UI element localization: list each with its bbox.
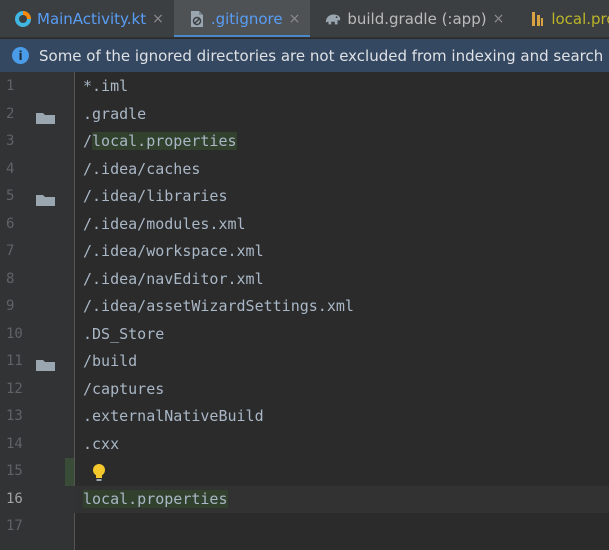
line-number: 9: [6, 298, 15, 314]
indexing-notification-banner: i Some of the ignored directories are no…: [0, 39, 609, 72]
code-line[interactable]: 9 /.idea/assetWizardSettings.xml: [0, 293, 609, 321]
code-line[interactable]: 10 .DS_Store: [0, 321, 609, 349]
tab-mainactivity[interactable]: MainActivity.kt ×: [0, 0, 174, 37]
code-text: /.idea/libraries: [83, 187, 228, 205]
tab-build-gradle[interactable]: build.gradle (:app) ×: [310, 0, 514, 37]
tab-label: local.properties: [551, 10, 609, 28]
line-number: 12: [6, 380, 23, 397]
line-number: 4: [6, 160, 15, 177]
code-line[interactable]: 14 .cxx: [0, 431, 609, 459]
line-number: 11: [6, 353, 23, 369]
line-number: 10: [6, 325, 23, 342]
code-text: /local.properties: [83, 132, 237, 150]
properties-file-icon: [528, 10, 546, 28]
code-text: /.idea/caches: [83, 159, 201, 178]
code-line[interactable]: 1 *.iml: [0, 73, 609, 101]
code-text: *.iml: [83, 77, 129, 95]
code-text: .cxx: [83, 434, 120, 453]
folder-icon: [36, 191, 55, 206]
tab-label: build.gradle (:app): [347, 10, 487, 28]
code-text: .externalNativeBuild: [83, 407, 264, 425]
line-number: 15: [6, 463, 23, 479]
line-number: 5: [6, 188, 15, 204]
tab-gitignore[interactable]: .gitignore ×: [173, 0, 311, 37]
tab-label: MainActivity.kt: [37, 10, 147, 28]
line-number: 6: [6, 215, 15, 232]
code-text: /captures: [83, 379, 165, 398]
banner-message: Some of the ignored directories are not …: [39, 46, 604, 65]
code-text: /.idea/assetWizardSettings.xml: [83, 297, 354, 315]
code-line[interactable]: 7 /.idea/workspace.xml: [0, 238, 609, 266]
line-number: 2: [6, 105, 15, 122]
code-line[interactable]: 5 /.idea/libraries: [0, 183, 609, 211]
code-text: /.idea/workspace.xml: [83, 242, 264, 260]
code-line[interactable]: 17: [0, 513, 609, 541]
folder-icon: [36, 356, 55, 371]
folder-icon: [36, 109, 55, 124]
close-icon[interactable]: ×: [493, 11, 505, 27]
code-line[interactable]: 15: [0, 458, 609, 486]
line-number: 16: [6, 490, 23, 507]
code-line[interactable]: 11/build: [0, 348, 609, 376]
line-number: 1: [6, 78, 15, 94]
line-number: 17: [6, 518, 23, 534]
tab-label: .gitignore: [210, 10, 283, 28]
code-editor[interactable]: 1 *.iml 2 .gradle 3/local.properties 4 /.idea/…: [0, 72, 609, 550]
highlighted-match: local.properties: [92, 132, 237, 150]
change-marker: [65, 458, 74, 486]
info-icon: i: [12, 47, 29, 64]
line-number: 14: [6, 435, 23, 452]
code-line[interactable]: 16 local.properties: [0, 485, 609, 514]
code-line[interactable]: 2 .gradle: [0, 101, 609, 129]
code-text: /build: [83, 352, 138, 370]
code-text: .DS_Store: [83, 324, 165, 343]
code-text: /.idea/navEditor.xml: [83, 269, 264, 288]
line-number: 8: [6, 270, 15, 287]
kotlin-file-icon: [14, 10, 32, 28]
code-line[interactable]: 3/local.properties: [0, 128, 609, 156]
highlighted-match: local.properties: [83, 489, 228, 508]
code-line[interactable]: 4 /.idea/caches: [0, 156, 609, 184]
lightbulb-icon[interactable]: [92, 463, 110, 485]
tab-local-properties[interactable]: local.properties: [514, 0, 609, 37]
line-number: 3: [6, 133, 15, 149]
close-icon[interactable]: ×: [289, 11, 301, 27]
editor-tab-bar: MainActivity.kt × .gitignore × build.gra…: [0, 0, 609, 38]
code-line[interactable]: 6 /.idea/modules.xml: [0, 211, 609, 239]
ignore-file-icon: [188, 10, 206, 28]
code-line[interactable]: 12/captures: [0, 376, 609, 404]
line-number: 7: [6, 243, 15, 259]
gradle-elephant-icon: [324, 10, 342, 28]
code-line[interactable]: 8 /.idea/navEditor.xml: [0, 266, 609, 294]
line-number: 13: [6, 408, 23, 424]
close-icon[interactable]: ×: [152, 11, 164, 27]
code-text: .gradle: [83, 104, 147, 123]
code-text: local.properties: [83, 486, 228, 514]
code-text: /.idea/modules.xml: [83, 214, 246, 233]
code-line[interactable]: 13 .externalNativeBuild: [0, 403, 609, 431]
